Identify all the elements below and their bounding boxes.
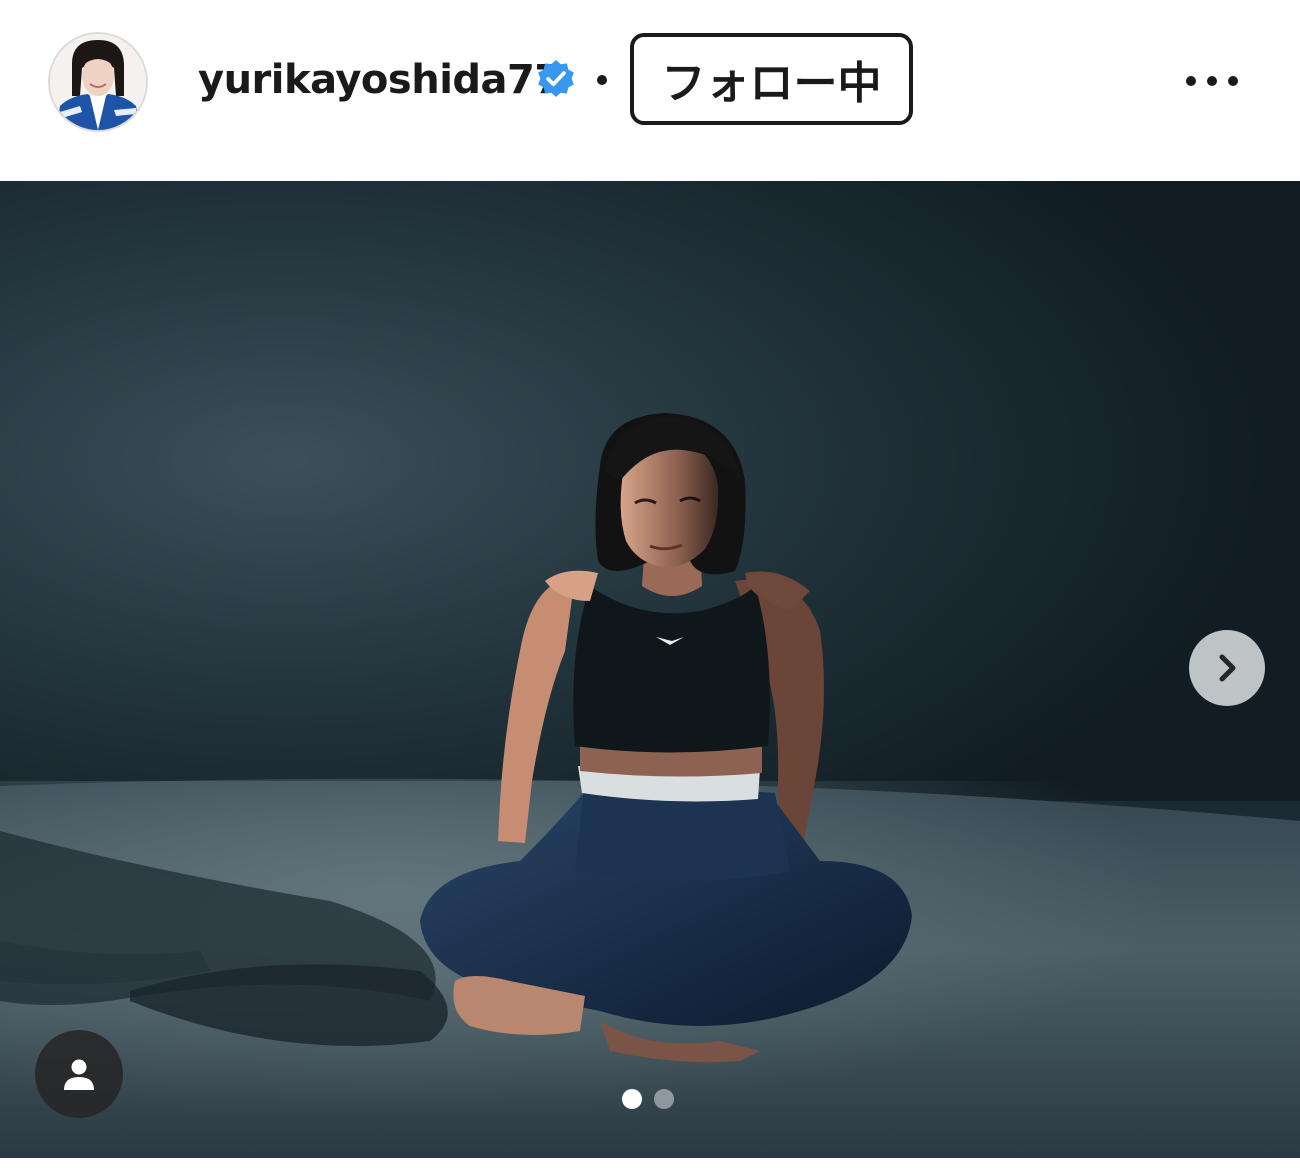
chevron-right-icon bbox=[1219, 654, 1236, 682]
carousel-dot bbox=[654, 1089, 674, 1109]
profile-avatar[interactable] bbox=[48, 32, 148, 132]
person-icon bbox=[64, 1059, 94, 1090]
bottom-border bbox=[0, 1158, 1300, 1173]
tagged-people-button[interactable] bbox=[35, 1030, 123, 1118]
carousel-dot-active bbox=[622, 1089, 642, 1109]
post-header: yurikayoshida77 フォロー中 bbox=[0, 0, 1300, 181]
more-options-icon[interactable] bbox=[1182, 66, 1242, 96]
verified-badge-icon bbox=[538, 60, 574, 98]
next-slide-button[interactable] bbox=[1189, 630, 1265, 706]
profile-photo bbox=[50, 34, 146, 130]
photo-image bbox=[0, 181, 1300, 1158]
username[interactable]: yurikayoshida77 bbox=[198, 50, 562, 110]
following-button[interactable]: フォロー中 bbox=[630, 33, 913, 125]
post-photo[interactable] bbox=[0, 181, 1300, 1158]
carousel-indicators bbox=[622, 1089, 674, 1109]
separator-dot bbox=[597, 75, 607, 85]
